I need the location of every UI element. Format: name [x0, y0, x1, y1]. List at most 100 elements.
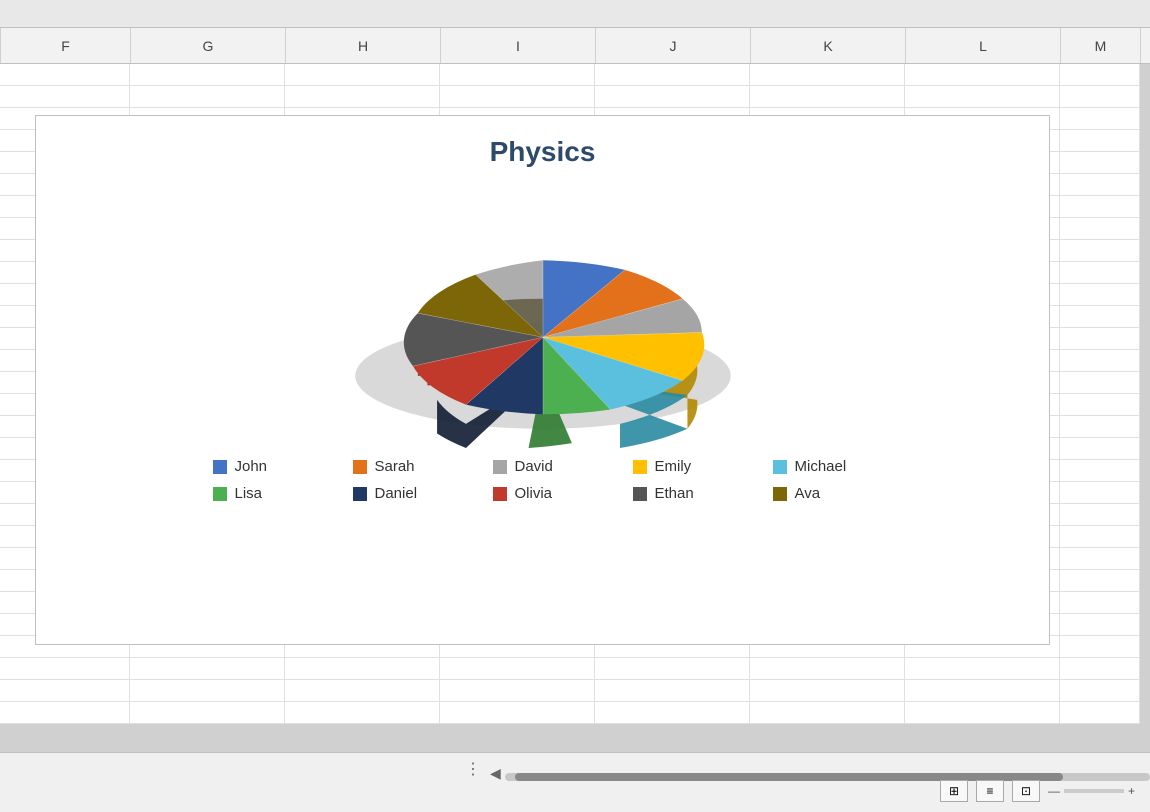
legend-label: Emily [655, 458, 692, 475]
grid-cell[interactable] [130, 702, 285, 724]
grid-cell[interactable] [440, 86, 595, 108]
zoom-slider[interactable] [1064, 789, 1124, 793]
grid-cell[interactable] [0, 64, 130, 86]
grid-cell[interactable] [595, 680, 750, 702]
grid-cell[interactable] [130, 680, 285, 702]
col-header-f: F [1, 28, 131, 63]
normal-view-btn[interactable]: ⊞ [940, 780, 968, 802]
grid-cell[interactable] [750, 86, 905, 108]
grid-cell[interactable] [595, 702, 750, 724]
grid-cell[interactable] [0, 702, 130, 724]
grid-cell[interactable] [285, 702, 440, 724]
grid-cell[interactable] [1060, 438, 1140, 460]
legend-item-sarah: Sarah [353, 458, 453, 475]
grid-cell[interactable] [905, 64, 1060, 86]
grid-cell[interactable] [440, 702, 595, 724]
grid-cell[interactable] [440, 680, 595, 702]
grid-cell[interactable] [1060, 108, 1140, 130]
grid-cell[interactable] [1060, 570, 1140, 592]
legend-swatch [353, 487, 367, 501]
grid-cell[interactable] [1060, 460, 1140, 482]
grid-cell[interactable] [285, 658, 440, 680]
grid-cell[interactable] [285, 86, 440, 108]
legend-item-ava: Ava [773, 485, 873, 502]
zoom-plus[interactable]: + [1128, 784, 1135, 798]
bottom-bar: ⋮ ◀ ⊞ ≡ ⊡ — + [0, 752, 1150, 812]
grid-cell[interactable] [750, 64, 905, 86]
grid-cell[interactable] [130, 86, 285, 108]
legend-label: Lisa [235, 485, 263, 502]
grid-cell[interactable] [1060, 284, 1140, 306]
grid-row [0, 86, 1150, 108]
grid-cell[interactable] [1060, 526, 1140, 548]
col-header-h: H [286, 28, 441, 63]
sheet-options-icon[interactable]: ⋮ [465, 759, 482, 779]
grid-cell[interactable] [1060, 306, 1140, 328]
grid-cell[interactable] [1060, 218, 1140, 240]
page-layout-btn[interactable]: ≡ [976, 780, 1004, 802]
grid-cell[interactable] [285, 680, 440, 702]
grid-cell[interactable] [440, 658, 595, 680]
grid-cell[interactable] [750, 658, 905, 680]
sheet-nav-arrow[interactable]: ◀ [490, 765, 501, 782]
grid-cell[interactable] [440, 64, 595, 86]
grid-cell[interactable] [1060, 636, 1140, 658]
grid-cell[interactable] [1060, 482, 1140, 504]
legend-item-john: John [213, 458, 313, 475]
grid-cell[interactable] [0, 680, 130, 702]
grid-row [0, 702, 1150, 724]
legend-swatch [213, 460, 227, 474]
grid-cell[interactable] [905, 86, 1060, 108]
chart-container: Physics [35, 115, 1050, 645]
grid-cell[interactable] [905, 680, 1060, 702]
col-header-k: K [751, 28, 906, 63]
grid-cell[interactable] [1060, 328, 1140, 350]
legend-item-ethan: Ethan [633, 485, 733, 502]
grid-cell[interactable] [1060, 548, 1140, 570]
grid-cell[interactable] [1060, 240, 1140, 262]
chart-title: Physics [490, 136, 596, 168]
grid-cell[interactable] [595, 86, 750, 108]
grid-row [0, 64, 1150, 86]
grid-cell[interactable] [1060, 262, 1140, 284]
legend-label: Daniel [375, 485, 418, 502]
column-headers: FGHIJKLM [0, 28, 1150, 64]
col-header-g: G [131, 28, 286, 63]
grid-cell[interactable] [595, 658, 750, 680]
page-break-btn[interactable]: ⊡ [1012, 780, 1040, 802]
grid-cell[interactable] [1060, 174, 1140, 196]
grid-cell[interactable] [0, 86, 130, 108]
legend-swatch [353, 460, 367, 474]
grid-cell[interactable] [1060, 504, 1140, 526]
grid-cell[interactable] [1060, 614, 1140, 636]
grid-cell[interactable] [1060, 372, 1140, 394]
grid-cell[interactable] [1060, 64, 1140, 86]
grid-cell[interactable] [0, 658, 130, 680]
grid-cell[interactable] [1060, 394, 1140, 416]
legend-label: Michael [795, 458, 847, 475]
grid-cell[interactable] [1060, 350, 1140, 372]
grid-cell[interactable] [130, 64, 285, 86]
grid-cell[interactable] [905, 702, 1060, 724]
grid-cell[interactable] [1060, 592, 1140, 614]
grid-cell[interactable] [1060, 658, 1140, 680]
zoom-minus[interactable]: — [1048, 784, 1060, 798]
col-header-i: I [441, 28, 596, 63]
grid-cell[interactable] [285, 64, 440, 86]
grid-cell[interactable] [905, 658, 1060, 680]
grid-cell[interactable] [1060, 680, 1140, 702]
legend-label: David [515, 458, 553, 475]
grid-cell[interactable] [1060, 702, 1140, 724]
grid-cell[interactable] [1060, 416, 1140, 438]
grid-cell[interactable] [1060, 86, 1140, 108]
grid-cell[interactable] [1060, 130, 1140, 152]
grid-cell[interactable] [750, 680, 905, 702]
grid-cell[interactable] [750, 702, 905, 724]
grid-cell[interactable] [595, 64, 750, 86]
legend-label: Sarah [375, 458, 415, 475]
col-header-j: J [596, 28, 751, 63]
grid-cell[interactable] [1060, 196, 1140, 218]
grid-cell[interactable] [130, 658, 285, 680]
legend-row-1: John Sarah David Emily Michael [213, 458, 873, 475]
grid-cell[interactable] [1060, 152, 1140, 174]
